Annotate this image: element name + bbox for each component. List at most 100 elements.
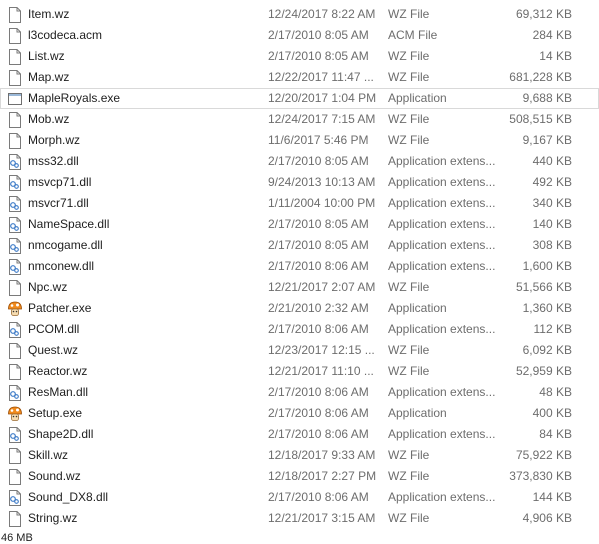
file-name: mss32.dll bbox=[28, 154, 79, 168]
file-type: Application bbox=[388, 406, 447, 420]
file-row[interactable]: Mob.wz 12/24/2017 7:15 AM WZ File 508,515 K… bbox=[0, 109, 599, 130]
file-name: Sound.wz bbox=[28, 469, 81, 483]
dll-icon bbox=[7, 384, 23, 402]
file-row[interactable]: PCOM.dll 2/17/2010 8:06 AM Application ext… bbox=[0, 319, 599, 340]
file-size: 112 KB bbox=[533, 322, 572, 336]
mushroom-icon bbox=[7, 300, 23, 318]
file-row[interactable]: ResMan.dll 2/17/2010 8:06 AM Application e… bbox=[0, 382, 599, 403]
dll-icon bbox=[7, 174, 23, 192]
file-name: Setup.exe bbox=[28, 406, 83, 420]
file-row[interactable]: String.wz 12/21/2017 3:15 AM WZ File 4,906 … bbox=[0, 508, 599, 529]
file-date-modified: 1/11/2004 10:00 PM bbox=[268, 196, 376, 210]
file-row[interactable]: List.wz 2/17/2010 8:05 AM WZ File 14 KB bbox=[0, 46, 599, 67]
file-name: nmconew.dll bbox=[28, 259, 95, 273]
file-type: Application bbox=[388, 301, 447, 315]
file-size: 400 KB bbox=[532, 406, 572, 420]
file-row[interactable]: Shape2D.dll 2/17/2010 8:06 AM Application … bbox=[0, 424, 599, 445]
dll-icon bbox=[7, 195, 23, 213]
file-icon bbox=[7, 132, 23, 150]
file-name: msvcp71.dll bbox=[28, 175, 92, 189]
file-date-modified: 2/17/2010 8:05 AM bbox=[268, 154, 369, 168]
file-date-modified: 12/21/2017 3:15 AM bbox=[268, 511, 376, 525]
file-icon bbox=[7, 279, 23, 297]
file-type: Application extens... bbox=[388, 175, 496, 189]
file-date-modified: 12/23/2017 12:15 ... bbox=[268, 343, 375, 357]
file-type: WZ File bbox=[388, 70, 430, 84]
file-row[interactable]: Quest.wz 12/23/2017 12:15 ... WZ File 6,092… bbox=[0, 340, 599, 361]
file-row[interactable]: Morph.wz 11/6/2017 5:46 PM WZ File 9,167 KB bbox=[0, 130, 599, 151]
file-row[interactable]: NameSpace.dll 2/17/2010 8:05 AM Applicatio… bbox=[0, 214, 599, 235]
file-type: WZ File bbox=[388, 364, 430, 378]
file-row[interactable]: Skill.wz 12/18/2017 9:33 AM WZ File 75,922 … bbox=[0, 445, 599, 466]
file-type: WZ File bbox=[388, 343, 430, 357]
file-icon bbox=[7, 342, 23, 360]
file-date-modified: 9/24/2013 10:13 AM bbox=[268, 175, 376, 189]
file-type: WZ File bbox=[388, 49, 430, 63]
file-row[interactable]: msvcp71.dll 9/24/2013 10:13 AM Application… bbox=[0, 172, 599, 193]
file-size: 75,922 KB bbox=[515, 448, 572, 462]
file-date-modified: 12/20/2017 1:04 PM bbox=[268, 91, 377, 105]
file-date-modified: 12/24/2017 7:15 AM bbox=[268, 112, 376, 126]
file-row[interactable]: Npc.wz 12/21/2017 2:07 AM WZ File 51,566 KB bbox=[0, 277, 599, 298]
file-list[interactable]: Item.wz 12/24/2017 8:22 AM WZ File 69,312 K… bbox=[0, 4, 599, 529]
file-name: Sound_DX8.dll bbox=[28, 490, 109, 504]
file-row[interactable]: Setup.exe 2/17/2010 8:06 AM Application 400… bbox=[0, 403, 599, 424]
file-date-modified: 2/17/2010 8:06 AM bbox=[268, 490, 369, 504]
file-date-modified: 2/17/2010 8:05 AM bbox=[268, 28, 369, 42]
file-icon bbox=[7, 69, 23, 87]
file-row[interactable]: Patcher.exe 2/21/2010 2:32 AM Application 1… bbox=[0, 298, 599, 319]
file-date-modified: 2/17/2010 8:05 AM bbox=[268, 238, 369, 252]
dll-icon bbox=[7, 426, 23, 444]
file-size: 308 KB bbox=[532, 238, 572, 252]
file-date-modified: 12/22/2017 11:47 ... bbox=[268, 70, 374, 84]
file-size: 4,906 KB bbox=[522, 511, 572, 525]
file-date-modified: 2/17/2010 8:06 AM bbox=[268, 385, 369, 399]
file-date-modified: 2/17/2010 8:06 AM bbox=[268, 427, 369, 441]
file-type: Application extens... bbox=[388, 427, 496, 441]
file-size: 14 KB bbox=[539, 49, 572, 63]
file-type: Application extens... bbox=[388, 322, 496, 336]
file-row[interactable]: mss32.dll 2/17/2010 8:05 AM Application ex… bbox=[0, 151, 599, 172]
file-name: List.wz bbox=[28, 49, 65, 63]
application-icon bbox=[7, 90, 23, 108]
file-type: WZ File bbox=[388, 469, 430, 483]
file-row[interactable]: Sound.wz 12/18/2017 2:27 PM WZ File 373,830… bbox=[0, 466, 599, 487]
file-row[interactable]: Reactor.wz 12/21/2017 11:10 ... WZ File 52,… bbox=[0, 361, 599, 382]
file-size: 284 KB bbox=[532, 28, 572, 42]
file-name: PCOM.dll bbox=[28, 322, 80, 336]
file-type: Application extens... bbox=[388, 217, 496, 231]
file-row[interactable]: l3codeca.acm 2/17/2010 8:05 AM ACM File 284… bbox=[0, 25, 599, 46]
file-size: 52,959 KB bbox=[515, 364, 572, 378]
file-row[interactable]: nmconew.dll 2/17/2010 8:06 AM Application … bbox=[0, 256, 599, 277]
file-type: Application extens... bbox=[388, 154, 496, 168]
file-date-modified: 2/17/2010 8:06 AM bbox=[268, 406, 369, 420]
file-icon bbox=[7, 27, 23, 45]
file-name: Map.wz bbox=[28, 70, 70, 84]
file-icon bbox=[7, 111, 23, 129]
file-size: 69,312 KB bbox=[515, 7, 572, 21]
file-size: 440 KB bbox=[532, 154, 572, 168]
file-date-modified: 2/17/2010 8:06 AM bbox=[268, 259, 369, 273]
file-row[interactable]: msvcr71.dll 1/11/2004 10:00 PM Application… bbox=[0, 193, 599, 214]
file-icon bbox=[7, 468, 23, 486]
file-size: 373,830 KB bbox=[509, 469, 572, 483]
file-type: WZ File bbox=[388, 112, 430, 126]
file-type: Application extens... bbox=[388, 259, 496, 273]
file-date-modified: 2/17/2010 8:05 AM bbox=[268, 49, 369, 63]
file-date-modified: 2/17/2010 8:05 AM bbox=[268, 217, 369, 231]
file-row[interactable]: Sound_DX8.dll 2/17/2010 8:06 AM Applicatio… bbox=[0, 487, 599, 508]
file-row[interactable]: nmcogame.dll 2/17/2010 8:05 AM Application… bbox=[0, 235, 599, 256]
file-date-modified: 12/24/2017 8:22 AM bbox=[268, 7, 376, 21]
file-size: 340 KB bbox=[532, 196, 572, 210]
file-size: 1,360 KB bbox=[522, 301, 572, 315]
file-icon bbox=[7, 48, 23, 66]
file-name: Quest.wz bbox=[28, 343, 79, 357]
file-row[interactable]: MapleRoyals.exe 12/20/2017 1:04 PM Applica… bbox=[0, 88, 599, 109]
file-size: 681,228 KB bbox=[509, 70, 572, 84]
file-row[interactable]: Map.wz 12/22/2017 11:47 ... WZ File 681,228… bbox=[0, 67, 599, 88]
dll-icon bbox=[7, 237, 23, 255]
file-row[interactable]: Item.wz 12/24/2017 8:22 AM WZ File 69,312 K… bbox=[0, 4, 599, 25]
file-name: Reactor.wz bbox=[28, 364, 88, 378]
file-name: String.wz bbox=[28, 511, 78, 525]
dll-icon bbox=[7, 489, 23, 507]
